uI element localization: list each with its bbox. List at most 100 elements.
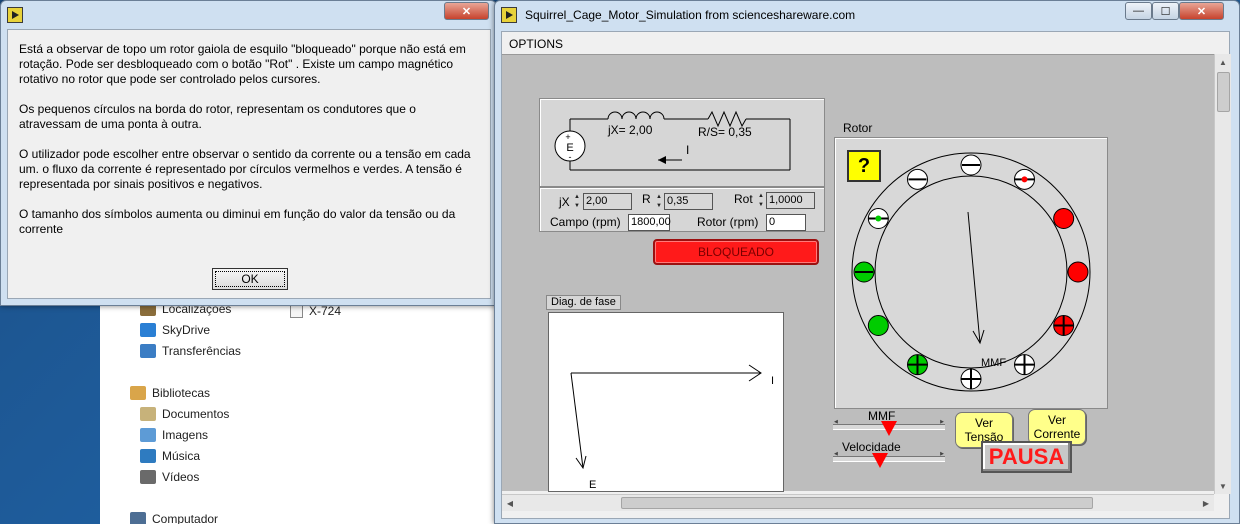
libraries-icon — [130, 386, 146, 400]
velocidade-slider[interactable]: ◀ ▶ — [833, 451, 945, 468]
info-dialog: ✕ Está a observar de topo um rotor gaiol… — [0, 0, 497, 306]
phasor-diagram: I E — [570, 364, 774, 491]
pictures-icon — [140, 428, 156, 442]
mmf-slider-thumb[interactable] — [881, 421, 897, 436]
simulation-window: Squirrel_Cage_Motor_Simulation from scie… — [494, 0, 1240, 524]
rot-spinner[interactable]: ▲ ▼ — [758, 192, 765, 209]
videos-icon — [140, 470, 156, 484]
dialog-titlebar[interactable] — [1, 1, 496, 29]
labview-app-icon — [7, 7, 23, 23]
conductor-dot-white-red — [1014, 168, 1035, 190]
file-checkbox-icon[interactable] — [290, 304, 303, 318]
nav-item-label: Bibliotecas — [152, 386, 211, 400]
vertical-scroll-thumb[interactable] — [1217, 72, 1230, 112]
phasor-e-label: E — [589, 479, 596, 491]
status-indicator[interactable]: BLOQUEADO — [653, 239, 819, 265]
conductor-plus-white — [960, 368, 982, 390]
nav-item-transferências[interactable]: Transferências — [140, 344, 241, 358]
circuit-rs-label: R/S= 0,35 — [698, 125, 752, 139]
ok-button[interactable]: OK — [212, 268, 288, 290]
phase-diagram-tab[interactable]: Diag. de fase — [546, 295, 621, 310]
jx-input[interactable]: 2,00 — [583, 193, 632, 210]
nav-item-label: Transferências — [162, 344, 241, 358]
phase-diagram-plot: I E — [548, 312, 784, 492]
rot-input[interactable]: 1,0000 — [766, 192, 815, 209]
music-icon — [140, 449, 156, 463]
nav-item-música[interactable]: Música — [140, 449, 200, 463]
dialog-paragraph-3: O utilizador pode escolher entre observa… — [19, 147, 471, 191]
dialog-close-button[interactable]: ✕ — [444, 2, 489, 20]
circuit-diagram: + E - jX= 2,00 R/S= 0,35 I — [554, 110, 791, 171]
dialog-body: Está a observar de topo um rotor gaiola … — [7, 29, 491, 299]
close-icon: ✕ — [1196, 5, 1207, 18]
scroll-down-icon[interactable]: ▼ — [1215, 478, 1231, 494]
dialog-paragraph-2: Os pequenos círculos na borda do rotor, … — [19, 102, 416, 131]
rot-label: Rot — [734, 192, 753, 206]
menu-bar: OPTIONS — [502, 32, 1229, 54]
nav-item-label: Documentos — [162, 407, 230, 421]
rotor-conductors — [853, 154, 1089, 390]
rotor-rpm-field[interactable]: 0 — [766, 214, 806, 231]
horizontal-scroll-thumb[interactable] — [621, 497, 1093, 509]
conductor-red — [1067, 261, 1089, 283]
r-input[interactable]: 0,35 — [664, 193, 713, 210]
rotor-panel: ? MMF — [834, 137, 1108, 409]
parameters-panel: jX ▲ ▼ 2,00 R ▲ ▼ 0,35 Rot ▲ ▼ 1,0000 Campo… — [539, 187, 825, 232]
velocidade-slider-thumb[interactable] — [872, 453, 889, 468]
computer-icon — [130, 512, 146, 524]
main-client: OPTIONS + E - jX= 2,00 R/S= 0,35 I jX ▲ … — [501, 31, 1231, 519]
minimize-button[interactable]: — — [1125, 2, 1152, 20]
conductor-dot-white-green — [867, 208, 889, 229]
minimize-icon: — — [1133, 5, 1144, 17]
maximize-icon: ☐ — [1160, 5, 1171, 18]
nav-item-skydrive[interactable]: SkyDrive — [140, 323, 210, 337]
phasor-i-label: I — [771, 375, 774, 387]
explorer-window: Localizações SkyDrive Transferências Biblio… — [100, 290, 500, 524]
file-item[interactable]: X-724 — [290, 304, 341, 318]
rotor-inner-ring — [874, 175, 1068, 369]
circuit-current-label: I — [686, 143, 689, 157]
conductor-plus-red — [1053, 315, 1075, 336]
conductor-minus-white — [960, 154, 982, 176]
vertical-scrollbar[interactable]: ▲ ▼ — [1214, 54, 1231, 494]
r-spinner[interactable]: ▲ ▼ — [656, 193, 663, 210]
stator-outer-ring — [851, 152, 1091, 392]
jx-label: jX — [559, 195, 570, 209]
slider-right-arrow-icon: ▶ — [940, 419, 944, 425]
dialog-paragraph-4: O tamanho dos símbolos aumenta ou diminu… — [19, 207, 456, 236]
menu-options[interactable]: OPTIONS — [509, 37, 563, 51]
pausa-button[interactable]: PAUSA — [981, 441, 1072, 473]
nav-item-imagens[interactable]: Imagens — [140, 428, 208, 442]
scroll-left-icon[interactable]: ◀ — [502, 495, 518, 511]
mmf-slider[interactable]: ◀ ▶ — [833, 419, 945, 436]
campo-rpm-field[interactable]: 1800,00 — [628, 214, 671, 231]
jx-spinner[interactable]: ▲ ▼ — [574, 193, 581, 210]
r-label: R — [642, 192, 651, 206]
horizontal-scrollbar[interactable]: ◀ ▶ — [502, 494, 1214, 511]
window-title: Squirrel_Cage_Motor_Simulation from scie… — [525, 8, 856, 22]
downloads-folder-icon — [140, 344, 156, 358]
rotor-section-label: Rotor — [843, 121, 873, 135]
source-minus-sign: - — [569, 152, 572, 162]
front-panel: + E - jX= 2,00 R/S= 0,35 I jX ▲ ▼ 2,00 R … — [502, 54, 1214, 492]
ver-corrente-button[interactable]: Ver Corrente — [1028, 409, 1086, 445]
conductor-red — [1053, 208, 1075, 229]
rotor-rpm-label: Rotor (rpm) — [697, 215, 759, 229]
circuit-panel: + E - jX= 2,00 R/S= 0,35 I — [539, 98, 825, 187]
nav-item-vídeos[interactable]: Vídeos — [140, 470, 199, 484]
scroll-up-icon[interactable]: ▲ — [1215, 54, 1231, 70]
slider-right-arrow-icon: ▶ — [940, 451, 944, 457]
close-icon: ✕ — [461, 5, 472, 18]
scroll-right-icon[interactable]: ▶ — [1198, 495, 1214, 511]
nav-item-computador[interactable]: Computador — [130, 512, 218, 524]
documents-icon — [140, 407, 156, 421]
close-button[interactable]: ✕ — [1179, 2, 1224, 20]
labview-app-icon — [501, 7, 517, 23]
conductor-plus-green — [907, 354, 928, 376]
maximize-button[interactable]: ☐ — [1152, 2, 1179, 20]
file-label: X-724 — [309, 304, 342, 318]
nav-item-bibliotecas[interactable]: Bibliotecas — [130, 386, 210, 400]
nav-item-label: Vídeos — [162, 470, 200, 484]
nav-item-documentos[interactable]: Documentos — [140, 407, 229, 421]
velocidade-slider-label: Velocidade — [842, 440, 901, 454]
